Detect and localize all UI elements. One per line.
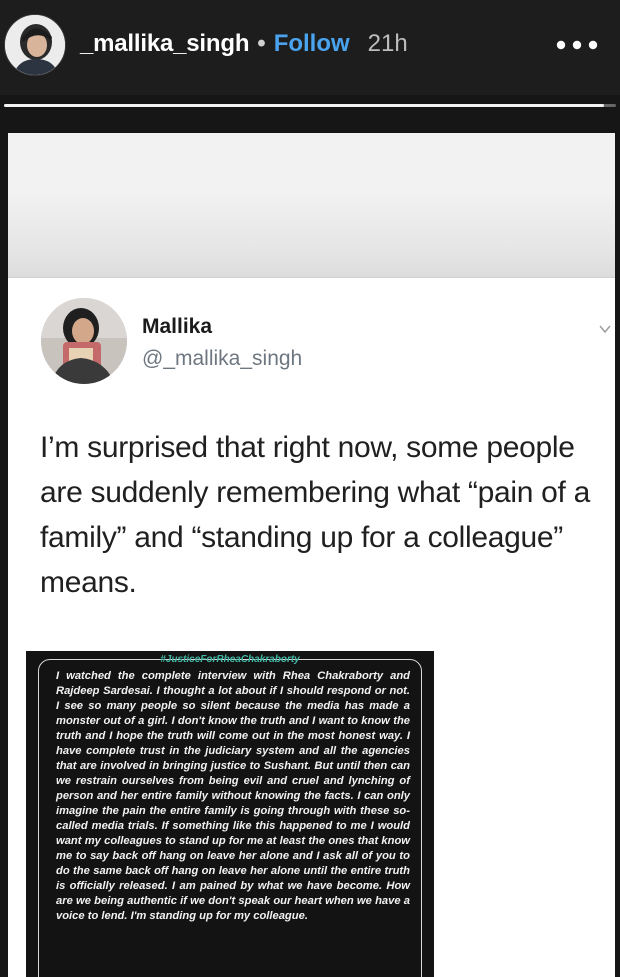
tweet-avatar (41, 298, 127, 384)
tweet-profile-photo (41, 298, 127, 384)
story-progress-fill (4, 104, 604, 107)
story-user-info: _mallika_singh • Follow 21h (80, 30, 408, 58)
profile-avatar[interactable] (4, 14, 66, 76)
attached-note-image: #JusticeForRheaChakraborty I watched the… (26, 651, 434, 977)
story-timestamp: 21h (367, 30, 408, 57)
note-hashtag: #JusticeForRheaChakraborty (160, 654, 300, 665)
screenshot-top-area (8, 133, 615, 278)
more-options-button[interactable] (554, 32, 600, 58)
tweet-handle[interactable]: @_mallika_singh (142, 347, 302, 371)
more-horizontal-icon (556, 40, 598, 50)
chevron-down-icon (599, 325, 611, 334)
separator-dot: • (257, 30, 266, 57)
profile-photo (5, 15, 65, 75)
story-username[interactable]: _mallika_singh (80, 30, 249, 58)
note-body-text: I watched the complete interview with Rh… (56, 670, 410, 922)
instagram-story: _mallika_singh • Follow 21h Mallika @_ma… (0, 0, 620, 977)
story-progress-bar (4, 104, 616, 107)
story-header: _mallika_singh • Follow 21h (0, 0, 620, 95)
follow-button[interactable]: Follow (274, 30, 350, 58)
tweet-display-name[interactable]: Mallika (142, 315, 212, 339)
tweet-text: I’m surprised that right now, some peopl… (40, 431, 590, 599)
reposted-tweet-screenshot: Mallika @_mallika_singh I’m surprised th… (8, 133, 615, 977)
